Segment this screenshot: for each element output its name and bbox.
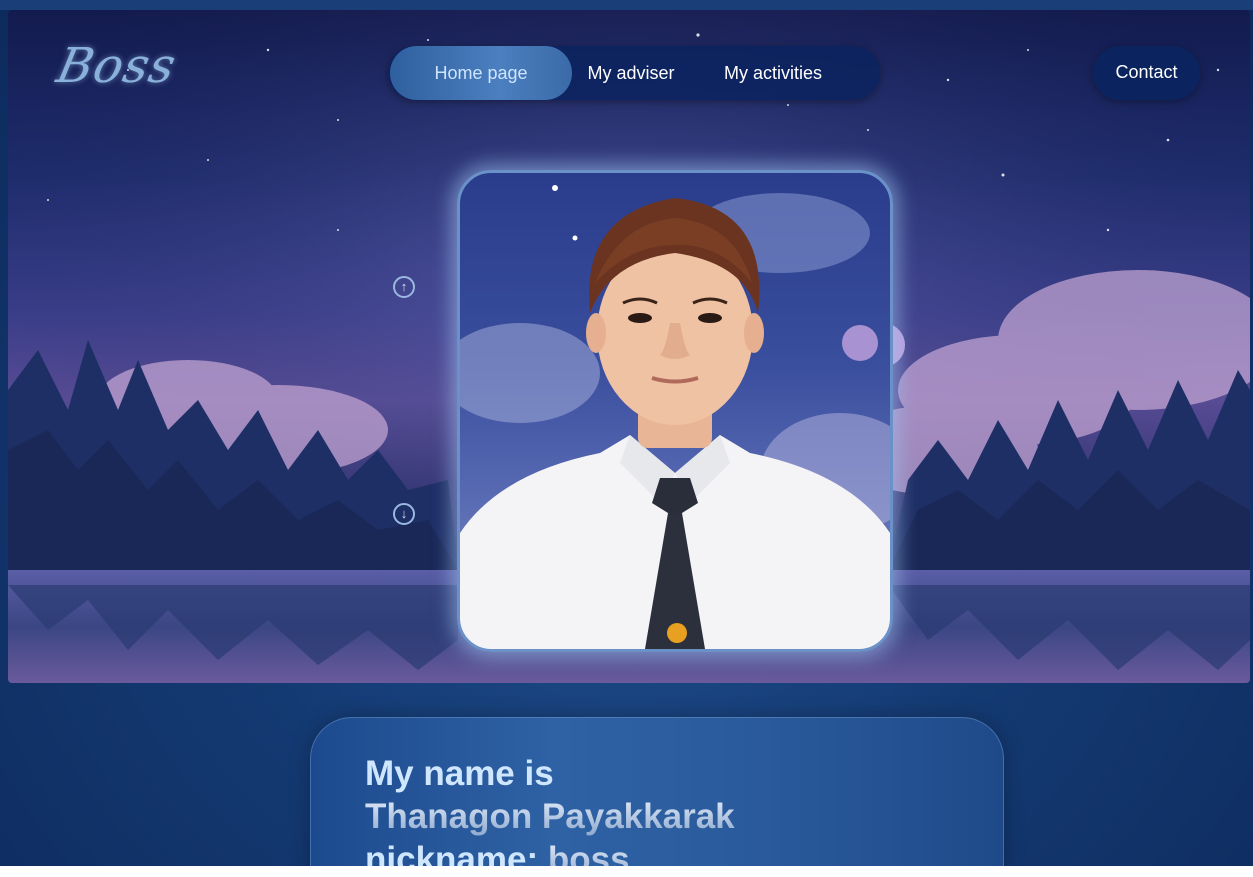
nav-my-adviser[interactable]: My adviser xyxy=(576,46,686,100)
profile-photo xyxy=(457,170,893,652)
person-portrait-illustration xyxy=(460,185,890,649)
main-navigation: Home page My adviser My activities xyxy=(388,46,880,100)
full-name: Thanagon Payakkarak xyxy=(365,797,735,836)
top-strip xyxy=(0,0,1253,10)
intro-heading: My name is xyxy=(365,754,554,793)
nav-home-page[interactable]: Home page xyxy=(390,46,572,100)
brand-logo[interactable]: Boss xyxy=(52,38,181,94)
page: Boss ↑ ↓ Home page My adviser My activit… xyxy=(0,0,1253,877)
bottom-edge xyxy=(0,866,1253,877)
scroll-down-icon[interactable]: ↓ xyxy=(393,503,415,525)
scroll-up-icon[interactable]: ↑ xyxy=(393,276,415,298)
nav-my-activities[interactable]: My activities xyxy=(706,46,840,100)
profile-info-text: My name is Thanagon Payakkarak nickname:… xyxy=(365,752,735,877)
profile-info-card: My name is Thanagon Payakkarak nickname:… xyxy=(310,717,1004,877)
contact-button[interactable]: Contact xyxy=(1093,46,1200,100)
